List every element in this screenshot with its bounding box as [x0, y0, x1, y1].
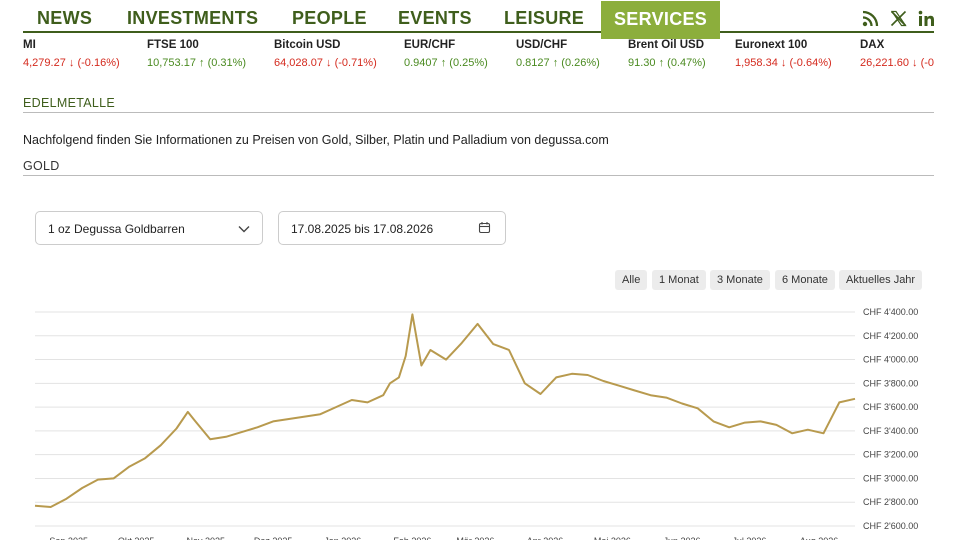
ticker-item[interactable]: Euronext 100 1,958.34 ↓ (-0.64%) [735, 38, 832, 69]
x-tick-label: Sep 2025 [49, 536, 88, 540]
ticker-name: Euronext 100 [735, 39, 808, 51]
range-button-3m[interactable]: 3 Monate [710, 270, 770, 290]
y-tick-label: CHF 3'400.00 [863, 426, 918, 436]
main-nav: NEWS INVESTMENTS PEOPLE EVENTS LEISURE S… [23, 0, 936, 39]
ticker-value: 0.9407 ↑ (0.25%) [404, 57, 488, 69]
ticker-value: 10,753.17 ↑ (0.31%) [147, 57, 247, 69]
y-tick-label: CHF 4'000.00 [863, 355, 918, 365]
ticker-value: 0.8127 ↑ (0.26%) [516, 57, 600, 69]
range-button-6m[interactable]: 6 Monate [775, 270, 835, 290]
range-button-all[interactable]: Alle [615, 270, 648, 290]
x-tick-label: Mai 2026 [594, 536, 631, 540]
ticker-value: 1,958.34 ↓ (-0.64%) [735, 57, 832, 69]
ticker-value: 91.30 ↑ (0.47%) [628, 57, 706, 69]
y-tick-label: CHF 4'400.00 [863, 307, 918, 317]
ticker-item[interactable]: Brent Oil USD 91.30 ↑ (0.47%) [628, 38, 706, 69]
nav-investments[interactable]: INVESTMENTS [127, 8, 258, 29]
ticker-name: EUR/CHF [404, 39, 456, 51]
nav-news[interactable]: NEWS [37, 8, 92, 29]
nav-services[interactable]: SERVICES [601, 1, 721, 39]
y-tick-label: CHF 3'000.00 [863, 473, 918, 483]
range-button-1m[interactable]: 1 Monat [652, 270, 706, 290]
x-tick-label: Dez 2025 [254, 536, 293, 540]
x-tick-label: Mär 2026 [456, 536, 494, 540]
y-tick-label: CHF 3'200.00 [863, 450, 918, 460]
x-tick-label: Jun 2026 [663, 536, 700, 540]
x-tick-label: Okt 2025 [118, 536, 155, 540]
product-select-value: 1 oz Degussa Goldbarren [48, 222, 185, 236]
nav-events[interactable]: EVENTS [398, 8, 472, 29]
ticker-item[interactable]: Bitcoin USD 64,028.07 ↓ (-0.71%) [274, 38, 377, 69]
ticker-name: MI [23, 39, 36, 51]
ticker-item[interactable]: DAX 26,221.60 ↓ (-0 [860, 38, 934, 69]
nav-leisure[interactable]: LEISURE [504, 8, 584, 29]
ticker-value: 26,221.60 ↓ (-0 [860, 57, 934, 69]
range-button-ytd[interactable]: Aktuelles Jahr [839, 270, 923, 290]
y-tick-label: CHF 3'800.00 [863, 378, 918, 388]
ticker-name: USD/CHF [516, 39, 568, 51]
gold-price-chart[interactable]: CHF 2'600.00 CHF 2'800.00 CHF 3'000.00 CHF … [0, 300, 960, 540]
rss-icon[interactable] [862, 10, 880, 28]
y-tick-label: CHF 2'800.00 [863, 497, 918, 507]
subsection-heading: GOLD [23, 159, 934, 176]
x-tick-label: Jul 2026 [732, 536, 766, 540]
x-tick-label: Apr 2026 [527, 536, 564, 540]
x-icon[interactable] [890, 10, 908, 28]
ticker-name: Bitcoin USD [274, 39, 341, 51]
intro-text: Nachfolgend finden Sie Informationen zu … [23, 133, 609, 147]
date-range-value: 17.08.2025 bis 17.08.2026 [291, 222, 434, 236]
y-tick-label: CHF 3'600.00 [863, 402, 918, 412]
ticker-item[interactable]: EUR/CHF 0.9407 ↑ (0.25%) [404, 38, 488, 69]
ticker-name: DAX [860, 39, 885, 51]
ticker-name: Brent Oil USD [628, 39, 705, 51]
date-range-input[interactable]: 17.08.2025 bis 17.08.2026 [278, 211, 506, 245]
section-heading: EDELMETALLE [23, 96, 934, 113]
ticker-item[interactable]: FTSE 100 10,753.17 ↑ (0.31%) [147, 38, 246, 69]
x-tick-label: Aug 2026 [800, 536, 839, 540]
y-tick-label: CHF 4'200.00 [863, 331, 918, 341]
ticker-value: 4,279.27 ↓ (-0.16%) [23, 57, 120, 69]
linkedin-icon[interactable] [918, 10, 936, 28]
ticker-value: 64,028.07 ↓ (-0.71%) [274, 57, 377, 69]
chevron-down-icon [238, 223, 250, 233]
x-tick-label: Nov 2025 [186, 536, 225, 540]
ticker-name: FTSE 100 [147, 39, 199, 51]
x-tick-label: Jan 2026 [324, 536, 361, 540]
nav-people[interactable]: PEOPLE [292, 8, 367, 29]
ticker-item[interactable]: MI 4,279.27 ↓ (-0.16%) [23, 38, 120, 69]
chart-svg: CHF 2'600.00 CHF 2'800.00 CHF 3'000.00 CHF … [34, 307, 918, 540]
market-ticker: MI 4,279.27 ↓ (-0.16%) FTSE 100 10,753.1… [23, 38, 934, 76]
ticker-item[interactable]: USD/CHF 0.8127 ↑ (0.26%) [516, 38, 600, 69]
y-tick-label: CHF 2'600.00 [863, 521, 918, 531]
x-tick-label: Feb 2026 [393, 536, 431, 540]
calendar-icon[interactable] [478, 221, 491, 234]
product-select[interactable]: 1 oz Degussa Goldbarren [35, 211, 263, 245]
